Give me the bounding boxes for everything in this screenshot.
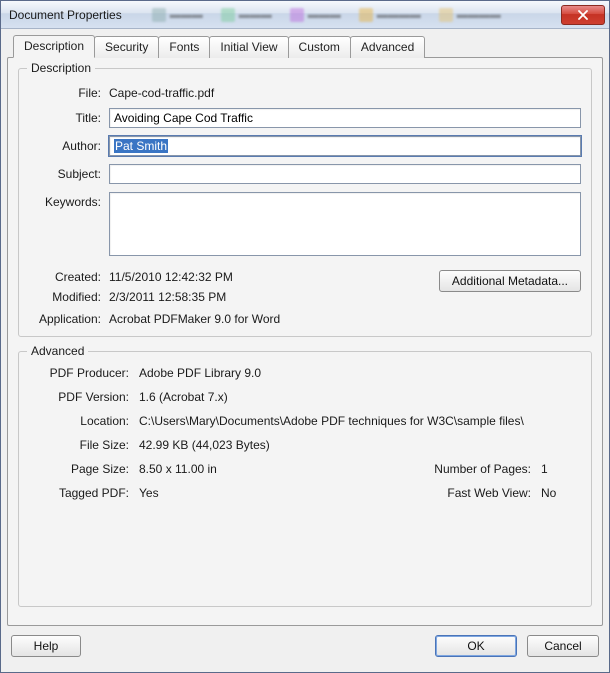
tab-description[interactable]: Description	[13, 35, 95, 58]
titlebar: Document Properties ▬▬▬ ▬▬▬ ▬▬▬ ▬▬▬▬ ▬▬▬…	[1, 1, 609, 29]
tagged-value: Yes	[139, 486, 421, 500]
help-button[interactable]: Help	[11, 635, 81, 657]
ok-button[interactable]: OK	[435, 635, 517, 657]
additional-metadata-button[interactable]: Additional Metadata...	[439, 270, 581, 292]
description-group: Description File: Cape-cod-traffic.pdf T…	[18, 68, 592, 337]
tab-advanced[interactable]: Advanced	[350, 36, 425, 58]
advanced-group: Advanced PDF Producer: Adobe PDF Library…	[18, 351, 592, 607]
tagged-label: Tagged PDF:	[29, 486, 139, 500]
close-icon	[578, 10, 588, 20]
filesize-value: 42.99 KB (44,023 Bytes)	[139, 438, 581, 452]
title-input[interactable]	[109, 108, 581, 128]
location-value: C:\Users\Mary\Documents\Adobe PDF techni…	[139, 414, 581, 428]
modified-value: 2/3/2011 12:58:35 PM	[109, 290, 226, 304]
modified-label: Modified:	[29, 290, 109, 304]
version-value: 1.6 (Acrobat 7.x)	[139, 390, 581, 404]
producer-label: PDF Producer:	[29, 366, 139, 380]
filesize-label: File Size:	[29, 438, 139, 452]
cancel-button[interactable]: Cancel	[527, 635, 599, 657]
tab-fonts[interactable]: Fonts	[158, 36, 210, 58]
pagesize-value: 8.50 x 11.00 in	[139, 462, 421, 476]
tabbar: Description Security Fonts Initial View …	[13, 33, 603, 57]
created-label: Created:	[29, 270, 109, 284]
close-button[interactable]	[561, 5, 605, 25]
tab-security[interactable]: Security	[94, 36, 159, 58]
author-label: Author:	[29, 136, 109, 153]
tab-custom[interactable]: Custom	[288, 36, 351, 58]
subject-label: Subject:	[29, 164, 109, 181]
document-properties-window: Document Properties ▬▬▬ ▬▬▬ ▬▬▬ ▬▬▬▬ ▬▬▬…	[0, 0, 610, 673]
client-area: Description Security Fonts Initial View …	[1, 29, 609, 672]
file-label: File:	[29, 83, 109, 100]
advanced-legend: Advanced	[27, 344, 88, 358]
location-label: Location:	[29, 414, 139, 428]
keywords-label: Keywords:	[29, 192, 109, 209]
author-selected-text: Pat Smith	[114, 139, 168, 153]
tabpage-description: Description File: Cape-cod-traffic.pdf T…	[7, 57, 603, 626]
author-input[interactable]: Pat Smith	[109, 136, 581, 156]
title-label: Title:	[29, 108, 109, 125]
description-legend: Description	[27, 61, 95, 75]
window-title: Document Properties	[9, 8, 122, 22]
numpages-label: Number of Pages:	[421, 462, 541, 476]
fastweb-value: No	[541, 486, 581, 500]
numpages-value: 1	[541, 462, 581, 476]
fastweb-label: Fast Web View:	[421, 486, 541, 500]
producer-value: Adobe PDF Library 9.0	[139, 366, 581, 380]
subject-input[interactable]	[109, 164, 581, 184]
application-value: Acrobat PDFMaker 9.0 for Word	[109, 312, 280, 326]
pagesize-label: Page Size:	[29, 462, 139, 476]
background-apps-blur: ▬▬▬ ▬▬▬ ▬▬▬ ▬▬▬▬ ▬▬▬▬	[152, 6, 555, 24]
dialog-footer: Help OK Cancel	[7, 626, 603, 666]
tab-initial-view[interactable]: Initial View	[209, 36, 288, 58]
file-value: Cape-cod-traffic.pdf	[109, 83, 581, 100]
created-value: 11/5/2010 12:42:32 PM	[109, 270, 233, 284]
keywords-input[interactable]	[109, 192, 581, 256]
application-label: Application:	[29, 312, 109, 326]
version-label: PDF Version:	[29, 390, 139, 404]
